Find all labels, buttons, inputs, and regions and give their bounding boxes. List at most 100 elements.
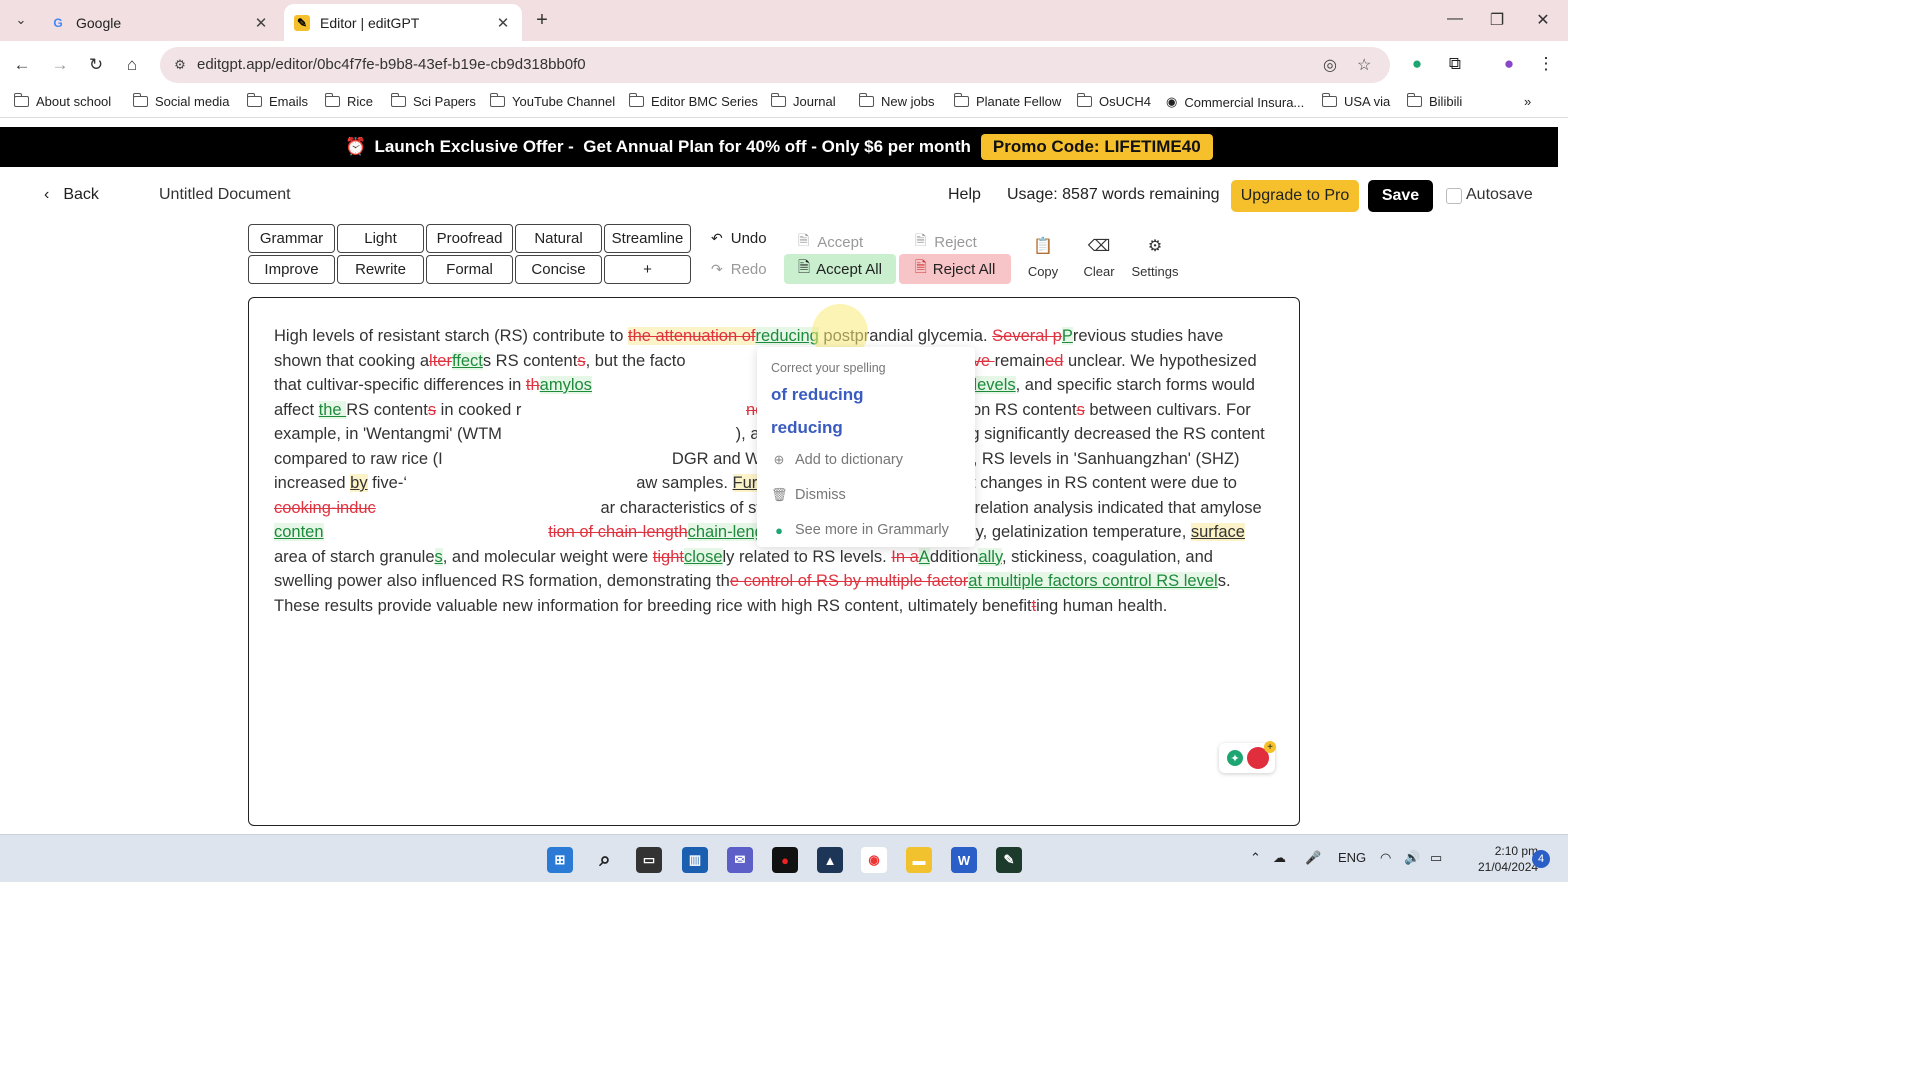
bookmark-bilibili[interactable]: Bilibili: [1406, 93, 1462, 109]
save-button[interactable]: Save: [1368, 180, 1433, 212]
windows-start-icon[interactable]: ⊞: [547, 847, 573, 873]
mode-proofread-button[interactable]: Proofread: [426, 224, 513, 253]
browser-tab-strip: ⌄ G Google ✕ ✎ Editor | editGPT ✕ + — ❐ …: [0, 0, 1568, 41]
restore-icon[interactable]: ❐: [1482, 10, 1512, 30]
close-tab-icon[interactable]: ✕: [494, 14, 512, 32]
notification-badge[interactable]: 4: [1532, 850, 1550, 868]
bookmark-sci-papers[interactable]: Sci Papers: [390, 93, 476, 109]
tab-search-icon[interactable]: ⌄: [8, 7, 34, 33]
bookmark-youtube-channel[interactable]: YouTube Channel: [489, 93, 615, 109]
mode-improve-button[interactable]: Improve: [248, 255, 335, 284]
app-icon[interactable]: ▲: [817, 847, 843, 873]
mode-rewrite-button[interactable]: Rewrite: [337, 255, 424, 284]
bookmark-emails[interactable]: Emails: [246, 93, 308, 109]
folder-icon: [13, 93, 29, 107]
forward-arrow-icon[interactable]: →: [48, 53, 72, 77]
microphone-icon[interactable]: 🎤: [1305, 850, 1321, 866]
redo-button[interactable]: ↷ Redo: [711, 261, 767, 278]
autosave-checkbox[interactable]: [1446, 188, 1462, 204]
suggestion-reducing[interactable]: reducing: [771, 418, 843, 438]
close-tab-icon[interactable]: ✕: [252, 14, 270, 32]
search-icon[interactable]: ⌕: [592, 847, 618, 873]
extensions-icon[interactable]: ⧉: [1443, 54, 1467, 74]
reload-icon[interactable]: ↻: [84, 53, 108, 77]
close-window-icon[interactable]: ✕: [1528, 10, 1558, 30]
bookmark-usa-via[interactable]: USA via: [1321, 93, 1390, 109]
grammarly-widget[interactable]: ✦ +: [1219, 741, 1276, 773]
record-app-icon[interactable]: ●: [772, 847, 798, 873]
address-bar[interactable]: ⚙ editgpt.app/editor/0bc4f7fe-b9b8-43ef-…: [160, 47, 1390, 83]
see-more-grammarly-option[interactable]: ● See more in Grammarly: [771, 522, 949, 538]
folder-icon: [770, 93, 786, 107]
tab-title: Google: [76, 14, 122, 31]
promo-code-badge[interactable]: Promo Code: LIFETIME40: [980, 134, 1213, 160]
eye-off-icon[interactable]: ◎: [1323, 55, 1337, 75]
bookmark-planate-fellow[interactable]: Planate Fellow: [953, 93, 1061, 109]
teams-chat-icon[interactable]: ✉: [727, 847, 753, 873]
mode-natural-button[interactable]: Natural: [515, 224, 602, 253]
bookmark-about-school[interactable]: About school: [13, 93, 111, 109]
back-button[interactable]: ‹ Back: [44, 186, 99, 204]
url-text[interactable]: editgpt.app/editor/0bc4f7fe-b9b8-43ef-b1…: [197, 56, 586, 73]
word-icon[interactable]: W: [951, 847, 977, 873]
mode-formal-button[interactable]: Formal: [426, 255, 513, 284]
mode-streamline-button[interactable]: Streamline: [604, 224, 691, 253]
tab-editgpt[interactable]: ✎ Editor | editGPT ✕: [284, 4, 522, 41]
bookmark-star-icon[interactable]: ☆: [1357, 55, 1371, 75]
bookmark-editor-bmc[interactable]: Editor BMC Series: [628, 93, 758, 109]
dismiss-option[interactable]: 🗑 Dismiss: [771, 487, 846, 503]
add-mode-button[interactable]: +: [604, 255, 691, 284]
volume-icon[interactable]: 🔊: [1404, 850, 1420, 866]
bookmark-new-jobs[interactable]: New jobs: [858, 93, 934, 109]
accept-all-button[interactable]: 🗎 Accept All: [784, 254, 896, 284]
chrome-icon[interactable]: ◉: [861, 847, 887, 873]
reject-button[interactable]: 🗎 Reject: [915, 230, 977, 254]
new-tab-icon[interactable]: +: [530, 9, 554, 32]
home-icon[interactable]: ⌂: [120, 53, 144, 77]
clock[interactable]: 2:10 pm 21/04/2024: [1478, 843, 1538, 875]
app-header: ‹ Back Untitled Document Help Usage: 8587…: [0, 168, 1568, 222]
accept-button[interactable]: 🗎 Accept: [798, 230, 863, 254]
mode-grammar-button[interactable]: Grammar: [248, 224, 335, 253]
site-info-icon[interactable]: ⚙: [168, 53, 192, 77]
app-icon-2[interactable]: ✎: [996, 847, 1022, 873]
copy-button[interactable]: 📋 Copy: [1015, 234, 1071, 284]
browser-menu-icon[interactable]: ⋮: [1534, 54, 1558, 74]
more-bookmarks-icon[interactable]: »: [1524, 94, 1531, 109]
add-to-dictionary-option[interactable]: ⊕ Add to dictionary: [771, 452, 903, 468]
help-link[interactable]: Help: [948, 186, 981, 204]
mode-concise-button[interactable]: Concise: [515, 255, 602, 284]
minimize-icon[interactable]: —: [1440, 10, 1470, 28]
bookmark-osuch4[interactable]: OsUCH4: [1076, 93, 1151, 109]
trash-icon: 🗑: [771, 487, 788, 502]
document-title[interactable]: Untitled Document: [159, 186, 291, 204]
chevron-up-icon[interactable]: ⌃: [1250, 850, 1261, 866]
back-arrow-icon[interactable]: ←: [10, 53, 34, 77]
folder-icon: [628, 93, 644, 107]
suggestion-of-reducing[interactable]: of reducing: [771, 385, 864, 405]
reject-all-button[interactable]: 🗎 Reject All: [899, 254, 1011, 284]
mode-light-button[interactable]: Light: [337, 224, 424, 253]
clear-button[interactable]: ⌫ Clear: [1071, 234, 1127, 284]
undo-icon: ↶: [711, 230, 723, 246]
tab-google[interactable]: G Google ✕: [40, 4, 280, 41]
editgpt-favicon-icon: ✎: [294, 14, 310, 31]
globe-icon: ◉: [1166, 94, 1178, 109]
battery-icon[interactable]: ▭: [1430, 850, 1442, 866]
bookmark-rice[interactable]: Rice: [324, 93, 373, 109]
undo-button[interactable]: ↶ Undo: [711, 230, 767, 247]
grammarly-extension-icon[interactable]: ●: [1405, 54, 1429, 74]
wifi-icon[interactable]: ◠: [1380, 850, 1391, 866]
language-indicator[interactable]: ENG: [1338, 850, 1366, 865]
settings-button[interactable]: ⚙ Settings: [1127, 234, 1183, 284]
upgrade-button[interactable]: Upgrade to Pro: [1231, 180, 1359, 212]
bookmark-social-media[interactable]: Social media: [132, 93, 229, 109]
bookmark-journal[interactable]: Journal: [770, 93, 836, 109]
profile-avatar[interactable]: ●: [1497, 54, 1521, 74]
bookmark-commercial[interactable]: ◉ Commercial Insura...: [1166, 94, 1304, 110]
clipboard-icon: 📋: [1033, 238, 1053, 255]
widgets-icon[interactable]: ▥: [682, 847, 708, 873]
file-explorer-icon[interactable]: ▬: [906, 847, 932, 873]
task-view-icon[interactable]: ▭: [636, 847, 662, 873]
cloud-icon[interactable]: ☁: [1273, 850, 1286, 866]
